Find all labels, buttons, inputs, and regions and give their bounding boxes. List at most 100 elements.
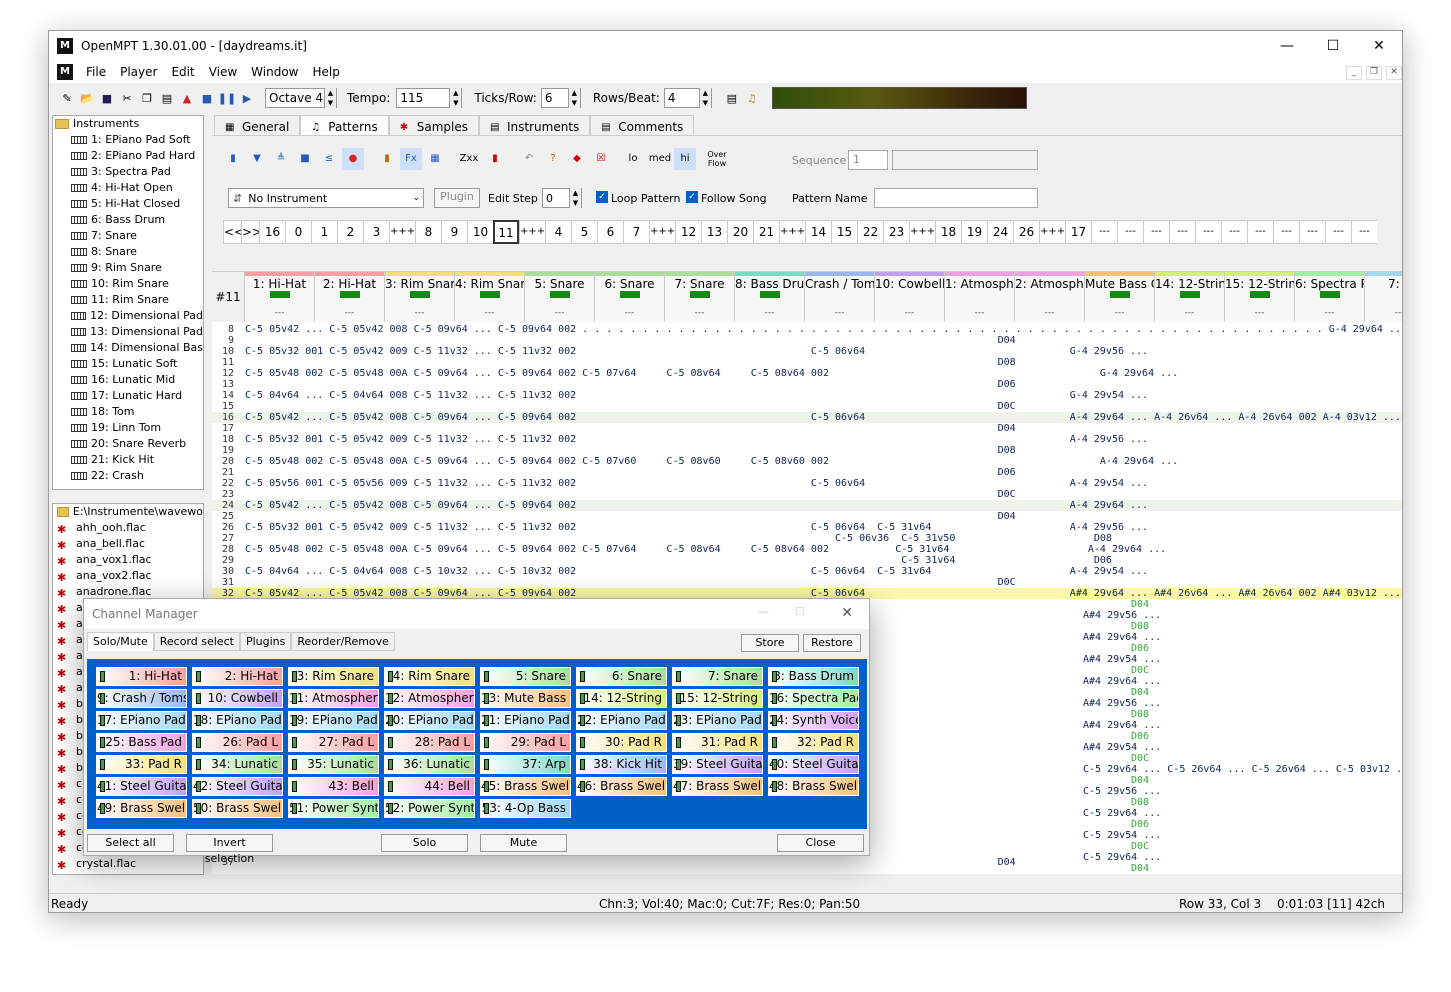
- order-item[interactable]: 4: [545, 220, 571, 244]
- channel-toggle[interactable]: 9: Crash / Toms: [96, 689, 187, 708]
- save-icon[interactable]: ■: [97, 88, 117, 108]
- play-icon[interactable]: ▶: [237, 88, 257, 108]
- vu-meters-icon[interactable]: ▮: [376, 148, 398, 170]
- menu-edit[interactable]: Edit: [164, 65, 201, 79]
- order-item[interactable]: ---: [1169, 220, 1195, 244]
- tree-item[interactable]: 8: Snare: [53, 244, 203, 260]
- instrument-select[interactable]: ⇵ No Instrument ⌄: [228, 188, 424, 208]
- order-item[interactable]: 20: [727, 220, 753, 244]
- play-row-icon[interactable]: ≜: [270, 148, 292, 170]
- tree-item[interactable]: 6: Bass Drum: [53, 212, 203, 228]
- channel-toggle[interactable]: 8: Bass Drum: [768, 667, 859, 686]
- channel-toggle[interactable]: 4: Rim Snare: [384, 667, 475, 686]
- dialog-maximize-icon[interactable]: ☐: [795, 605, 805, 618]
- fx-icon[interactable]: Fx: [400, 148, 422, 170]
- tab-solo-mute[interactable]: Solo/Mute: [87, 632, 154, 651]
- ticks-spinner[interactable]: 6 ▲ ▼: [540, 88, 581, 108]
- channel-toggle[interactable]: 43: Bell: [288, 777, 379, 796]
- order-item[interactable]: +++: [649, 220, 675, 244]
- channel-toggle[interactable]: 28: Pad L: [384, 733, 475, 752]
- overflow-button[interactable]: Over Flow: [704, 148, 730, 170]
- channel-toggle[interactable]: 23: EPiano Pad: [672, 711, 763, 730]
- order-item[interactable]: 13: [701, 220, 727, 244]
- tab-patterns[interactable]: ♫ Patterns: [300, 115, 389, 137]
- channel-header[interactable]: Mute Bass Gu ---: [1085, 272, 1155, 322]
- order-item[interactable]: 12: [675, 220, 701, 244]
- instrument-tree[interactable]: Instruments 1: EPiano Pad Soft 2: EPiano …: [52, 115, 204, 490]
- channel-toggle[interactable]: 41: Steel Guitar: [96, 777, 187, 796]
- tree-item[interactable]: 9: Rim Snare: [53, 260, 203, 276]
- channel-toggle[interactable]: 6: Snare: [576, 667, 667, 686]
- tree-item[interactable]: 2: EPiano Pad Hard: [53, 148, 203, 164]
- invert-selection-button[interactable]: Invert selection: [186, 834, 273, 865]
- channel-header[interactable]: 6: Spectra Pa ---: [1295, 272, 1365, 322]
- grid-icon[interactable]: ▦: [424, 148, 446, 170]
- tree-item[interactable]: 17: Lunatic Hard: [53, 388, 203, 404]
- file-item[interactable]: ✱ ana_vox2.flac: [53, 568, 203, 584]
- channel-header[interactable]: 15: 12-String ---: [1225, 272, 1295, 322]
- channel-toggle[interactable]: 53: 4-Op Bass: [480, 799, 571, 818]
- channel-toggle[interactable]: 33: Pad R: [96, 755, 187, 774]
- tree-item[interactable]: 19: Linn Tom: [53, 420, 203, 436]
- octave-spin-buttons[interactable]: ▲ ▼: [324, 88, 336, 108]
- order-item[interactable]: 19: [961, 220, 987, 244]
- order-item[interactable]: ---: [1299, 220, 1325, 244]
- channel-toggle[interactable]: 20: EPiano Pad: [384, 711, 475, 730]
- channel-header[interactable]: Crash / Tom ---: [805, 272, 875, 322]
- channel-toggle[interactable]: 14: 12-String: [576, 689, 667, 708]
- order-item[interactable]: +++: [389, 220, 415, 244]
- tree-item[interactable]: 20: Snare Reverb: [53, 436, 203, 452]
- quality-med[interactable]: med: [646, 148, 674, 170]
- channel-toggle[interactable]: 44: Bell: [384, 777, 475, 796]
- menu-player[interactable]: Player: [113, 65, 164, 79]
- order-item[interactable]: >>: [241, 220, 262, 244]
- channel-toggle[interactable]: 48: Brass Swell: [768, 777, 859, 796]
- channel-toggle[interactable]: 37: Arp: [480, 755, 571, 774]
- order-item[interactable]: <<: [223, 220, 244, 244]
- channel-toggle[interactable]: 45: Brass Swell: [480, 777, 571, 796]
- shrink-icon[interactable]: ☒: [590, 148, 612, 170]
- ticks-spin-buttons[interactable]: ▲ ▼: [567, 88, 580, 108]
- channel-header[interactable]: 1: Hi-Hat ---: [245, 272, 315, 322]
- keyboard-split-icon[interactable]: ▮: [484, 148, 506, 170]
- order-item[interactable]: 3: [363, 220, 389, 244]
- channel-toggle[interactable]: 25: Bass Pad: [96, 733, 187, 752]
- channel-toggle[interactable]: 38: Kick Hit: [576, 755, 667, 774]
- channel-toggle[interactable]: 18: EPiano Pad: [192, 711, 283, 730]
- tree-item[interactable]: 12: Dimensional Pad: [53, 308, 203, 324]
- channel-toggle[interactable]: 17: EPiano Pad: [96, 711, 187, 730]
- channel-toggle[interactable]: 51: Power Synth: [288, 799, 379, 818]
- order-item[interactable]: 26: [1013, 220, 1039, 244]
- tab-general[interactable]: ▦ General: [214, 115, 301, 137]
- tree-item[interactable]: 16: Lunatic Mid: [53, 372, 203, 388]
- record-icon[interactable]: ●: [342, 148, 364, 170]
- channel-toggle[interactable]: 13: Mute Bass Guitar: [480, 689, 571, 708]
- order-item[interactable]: ---: [1117, 220, 1143, 244]
- order-item[interactable]: 0: [285, 220, 311, 244]
- tree-item[interactable]: 13: Dimensional Pad: [53, 324, 203, 340]
- store-button[interactable]: Store: [741, 634, 799, 652]
- tree-item[interactable]: 10: Rim Snare: [53, 276, 203, 292]
- paste-icon[interactable]: ▤: [157, 88, 177, 108]
- menu-view[interactable]: View: [202, 65, 244, 79]
- order-item[interactable]: 9: [441, 220, 467, 244]
- tab-instruments[interactable]: ▤ Instruments: [478, 115, 591, 137]
- stop-icon[interactable]: ■: [197, 88, 217, 108]
- octave-spinner[interactable]: Octave 4 ▲ ▼: [265, 88, 337, 108]
- solo-button[interactable]: Solo: [381, 834, 468, 852]
- tree-item[interactable]: 18: Tom: [53, 404, 203, 420]
- order-item[interactable]: ---: [1247, 220, 1273, 244]
- channel-header[interactable]: 8: Bass Drum ---: [735, 272, 805, 322]
- mdi-restore-icon[interactable]: ❐: [1366, 66, 1382, 80]
- cut-icon[interactable]: ✂: [117, 88, 137, 108]
- order-item[interactable]: ---: [1195, 220, 1221, 244]
- undo-icon[interactable]: ↶: [518, 148, 540, 170]
- tree-item[interactable]: 5: Hi-Hat Closed: [53, 196, 203, 212]
- channel-header[interactable]: 2: Atmosphere ---: [1015, 272, 1085, 322]
- file-item[interactable]: ✱ crystal.flac: [53, 856, 203, 872]
- tab-samples[interactable]: ✱ Samples: [388, 115, 479, 137]
- play-pattern-icon[interactable]: ▼: [246, 148, 268, 170]
- channel-header[interactable]: 10: Cowbell ---: [875, 272, 945, 322]
- tree-item[interactable]: 7: Snare: [53, 228, 203, 244]
- zxx-icon[interactable]: Zxx: [458, 148, 480, 170]
